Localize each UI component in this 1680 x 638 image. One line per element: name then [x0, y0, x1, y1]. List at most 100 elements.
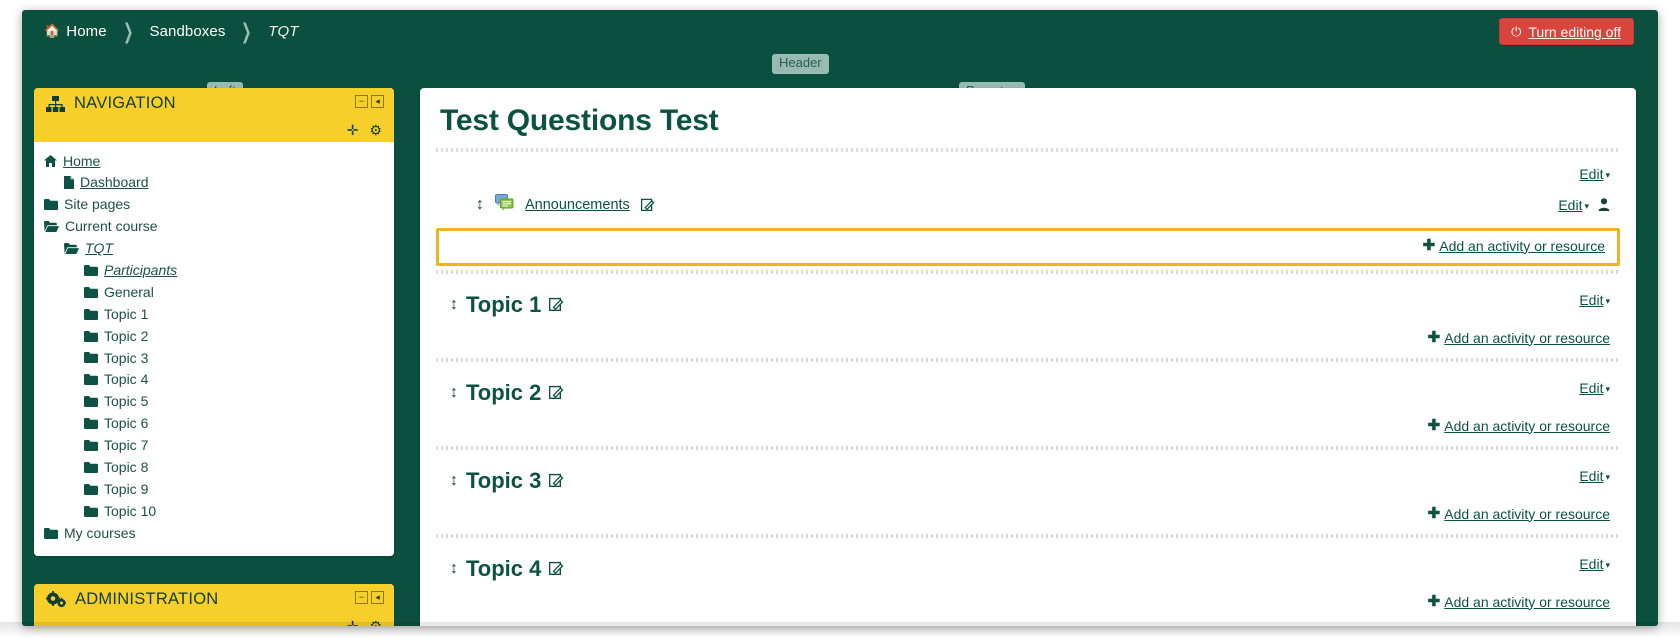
screenshot-root: 🏠 Home ❯ Sandboxes ❯ TQT ⏻ Turn editing …	[0, 0, 1680, 638]
nav-tree-item: My courses	[44, 522, 384, 544]
section-edit-menu-general[interactable]: Edit ▾	[1579, 166, 1610, 182]
nav-tree-item-label: Topic 4	[104, 371, 149, 388]
move-vertical-icon[interactable]: ↕	[476, 197, 484, 213]
add-activity-row: ✚ Add an activity or resource	[436, 500, 1620, 530]
section-edit-menu[interactable]: Edit ▾	[1579, 468, 1610, 484]
gear-icon[interactable]: ⚙	[369, 123, 382, 137]
nav-tree-item[interactable]: Home	[44, 150, 384, 172]
pencil-icon[interactable]	[549, 384, 564, 402]
nav-tree-item: Topic 7	[84, 435, 384, 457]
nav-tree-item-label: Home	[63, 152, 101, 169]
nav-tree-item[interactable]: Participants	[84, 259, 384, 281]
add-activity-row: ✚ Add an activity or resource	[436, 324, 1620, 354]
edit-label: Edit	[1579, 468, 1604, 484]
folder-icon	[84, 461, 98, 473]
move-icon[interactable]: ✛	[347, 619, 359, 626]
nav-tree-item: Site pages	[44, 194, 384, 216]
nav-tree-item-label: Topic 3	[104, 349, 149, 366]
sitemap-icon	[46, 95, 65, 112]
section-edit-menu[interactable]: Edit ▾	[1579, 556, 1610, 572]
section-edit-menu[interactable]: Edit ▾	[1579, 380, 1610, 396]
course-section-topic: Edit ▾ ↕ Topic 3 ✚ Add an activity or resourc…	[420, 446, 1636, 534]
move-vertical-icon[interactable]: ↕	[450, 297, 458, 313]
add-activity-or-resource-link[interactable]: ✚ Add an activity or resource	[1428, 418, 1610, 434]
pencil-icon[interactable]	[640, 197, 655, 214]
section-edit-menu[interactable]: Edit ▾	[1579, 292, 1610, 308]
nav-tree-item-label: General	[104, 283, 154, 300]
block-navigation-header-controls: − ◂	[355, 95, 384, 108]
add-activity-or-resource-link[interactable]: ✚ Add an activity or resource	[1428, 594, 1610, 610]
breadcrumb-item-tqt[interactable]: TQT	[268, 23, 298, 40]
section-title: ↕ Topic 4	[436, 544, 564, 588]
move-vertical-icon[interactable]: ↕	[450, 561, 458, 577]
breadcrumb: 🏠 Home ❯ Sandboxes ❯ TQT	[22, 10, 1658, 52]
chevron-down-icon: ▾	[1605, 295, 1610, 306]
nav-tree-item-label: Participants	[104, 261, 178, 278]
nav-tree-item: Topic 5	[84, 391, 384, 413]
breadcrumb-separator-icon: ❯	[122, 19, 134, 44]
add-activity-or-resource-link[interactable]: ✚ Add an activity or resource	[1428, 330, 1610, 346]
add-activity-or-resource-link[interactable]: ✚ Add an activity or resource	[1428, 506, 1610, 522]
activity-announcements: ↕ Announcements Edit ▾	[436, 184, 1620, 226]
block-navigation-edit-tools: ✛ ⚙	[347, 123, 382, 137]
nav-tree-item: Topic 9	[84, 478, 384, 500]
move-vertical-icon[interactable]: ↕	[450, 385, 458, 401]
course-section-topic: Edit ▾ ↕ Topic 2 ✚ Add an activity or resourc…	[420, 358, 1636, 446]
dock-icon[interactable]: ◂	[371, 591, 384, 605]
chevron-down-icon: ▾	[1584, 200, 1589, 211]
add-activity-or-resource-link[interactable]: ✚ Add an activity or resource	[1423, 238, 1605, 254]
chevron-down-icon: ▾	[1605, 559, 1610, 570]
section-title-label: Topic 4	[466, 556, 542, 581]
nav-tree-item[interactable]: TQT	[64, 238, 384, 260]
breadcrumb-label: Home	[66, 22, 107, 40]
activity-name-link[interactable]: Announcements	[525, 197, 630, 213]
folder-icon	[44, 527, 58, 539]
add-activity-row: ✚ Add an activity or resource	[436, 412, 1620, 442]
page-title: Test Questions Test	[440, 104, 719, 137]
collapse-icon[interactable]: −	[355, 95, 368, 108]
block-navigation: NAVIGATION − ◂ ✛ ⚙ Home Dashboard Site pag…	[34, 88, 394, 557]
move-vertical-icon[interactable]: ↕	[450, 473, 458, 489]
pencil-icon[interactable]	[549, 472, 564, 490]
nav-tree-item: Topic 1	[84, 303, 384, 325]
edit-label: Edit	[1579, 380, 1604, 396]
nav-tree-item[interactable]: Dashboard	[64, 172, 384, 194]
folder-open-icon	[44, 221, 59, 233]
course-section-topic: Edit ▾ ↕ Topic 4 ✚ Add an activity or resourc…	[420, 534, 1636, 622]
block-administration-edit-tools: ✛ ⚙	[347, 619, 382, 626]
nav-tree-item-label: My courses	[64, 524, 136, 541]
nav-tree-item-label: Topic 10	[104, 502, 157, 519]
folder-icon	[84, 352, 98, 364]
nav-tree-item: Topic 8	[84, 456, 384, 478]
pencil-icon[interactable]	[549, 560, 564, 578]
nav-tree-item-label: Current course	[65, 218, 158, 235]
nav-tree-item: Topic 2	[84, 325, 384, 347]
nav-tree-item: Current course	[44, 216, 384, 238]
navigation-tree: Home Dashboard Site pages Current course TQT…	[44, 150, 384, 544]
file-icon	[64, 176, 74, 190]
breadcrumb-item-home[interactable]: 🏠 Home	[44, 23, 107, 40]
plus-icon: ✚	[1427, 417, 1441, 434]
activity-edit-menu[interactable]: Edit ▾	[1558, 197, 1589, 213]
nav-tree-item-label: Topic 8	[104, 458, 149, 475]
block-navigation-header: NAVIGATION − ◂ ✛ ⚙	[34, 88, 394, 142]
breadcrumb-item-sandboxes[interactable]: Sandboxes	[149, 23, 225, 40]
turn-editing-off-button[interactable]: ⏻ Turn editing off	[1499, 18, 1634, 45]
user-icon[interactable]	[1598, 197, 1610, 213]
folder-icon	[84, 330, 98, 342]
move-icon[interactable]: ✛	[347, 123, 359, 137]
dock-icon[interactable]: ◂	[371, 95, 384, 108]
collapse-icon[interactable]: −	[355, 591, 368, 605]
add-activity-label: Add an activity or resource	[1444, 329, 1610, 346]
breadcrumb-separator-icon: ❯	[241, 19, 253, 44]
nav-tree-item: Topic 3	[84, 347, 384, 369]
edit-label: Edit	[1579, 292, 1604, 308]
nav-tree-item-label: Topic 5	[104, 393, 149, 410]
turn-editing-off-label: Turn editing off	[1528, 23, 1621, 40]
block-administration-header-controls: − ◂	[355, 591, 384, 605]
nav-tree-item-label: Topic 7	[104, 437, 149, 454]
add-activity-label: Add an activity or resource	[1444, 593, 1610, 610]
nav-tree-item-label: Site pages	[64, 196, 131, 213]
pencil-icon[interactable]	[549, 296, 564, 314]
gear-icon[interactable]: ⚙	[369, 619, 382, 626]
